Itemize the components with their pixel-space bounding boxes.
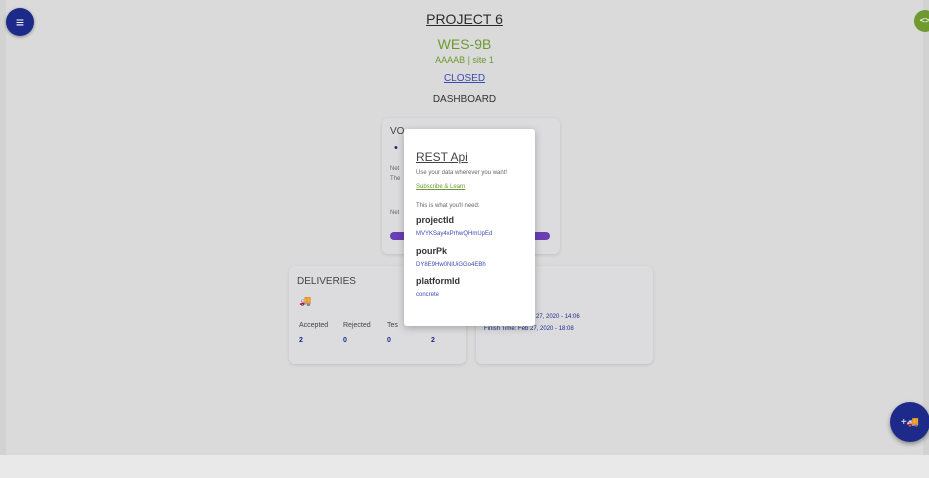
col-rejected: Rejected — [343, 322, 371, 329]
modal-title: REST Api — [416, 150, 468, 164]
volume-icon: • — [394, 142, 398, 154]
status-link[interactable]: CLOSED — [0, 73, 929, 84]
modal-subtitle: Use your data wherever you want! — [416, 170, 508, 176]
project-id-value[interactable]: MVYKSay4xPrhwQHmUpEd — [416, 231, 492, 237]
add-truck-icon: +🚚 — [900, 416, 920, 428]
volumes-title: VO — [390, 126, 405, 137]
pour-pk-value[interactable]: DY8E9Hw0NlUiGGo4EBh — [416, 262, 486, 268]
total-count: 2 — [431, 337, 435, 344]
start-time: 27, 2020 - 14:06 — [536, 314, 580, 320]
deliveries-title: DELIVERIES — [297, 276, 356, 287]
project-id-label: projectId — [416, 215, 455, 225]
platform-id-label: platformId — [416, 276, 460, 286]
subscribe-link[interactable]: Subscribe & Learn — [416, 184, 465, 190]
wes-title: WES-9B — [437, 36, 492, 52]
site-line: AAAAB | site 1 — [435, 55, 494, 65]
footer-strip — [0, 455, 929, 478]
volumes-net-label: Net — [390, 166, 400, 172]
tested-count: 0 — [387, 337, 391, 344]
add-delivery-button[interactable]: +🚚 — [890, 402, 929, 442]
col-accepted: Accepted — [299, 322, 329, 329]
truck-icon: 🚚 — [299, 296, 312, 307]
volumes-net-label-2: Net — [390, 210, 400, 216]
rejected-count: 0 — [343, 337, 347, 344]
rest-api-modal: REST Api Use your data wherever you want… — [404, 129, 535, 326]
platform-id-value[interactable]: concrete — [416, 292, 439, 298]
dashboard-label: DASHBOARD — [432, 94, 497, 105]
volumes-theoretical-label: The — [390, 176, 401, 182]
deliveries-value-row: 2 0 0 2 — [297, 333, 473, 348]
accepted-count: 2 — [299, 337, 303, 344]
modal-need-text: This is what you'll need: — [416, 203, 480, 209]
project-title[interactable]: PROJECT 6 — [0, 11, 929, 27]
finish-time: Finish Time: Feb 27, 2020 - 18:08 — [484, 326, 574, 332]
pour-pk-label: pourPk — [416, 246, 448, 256]
